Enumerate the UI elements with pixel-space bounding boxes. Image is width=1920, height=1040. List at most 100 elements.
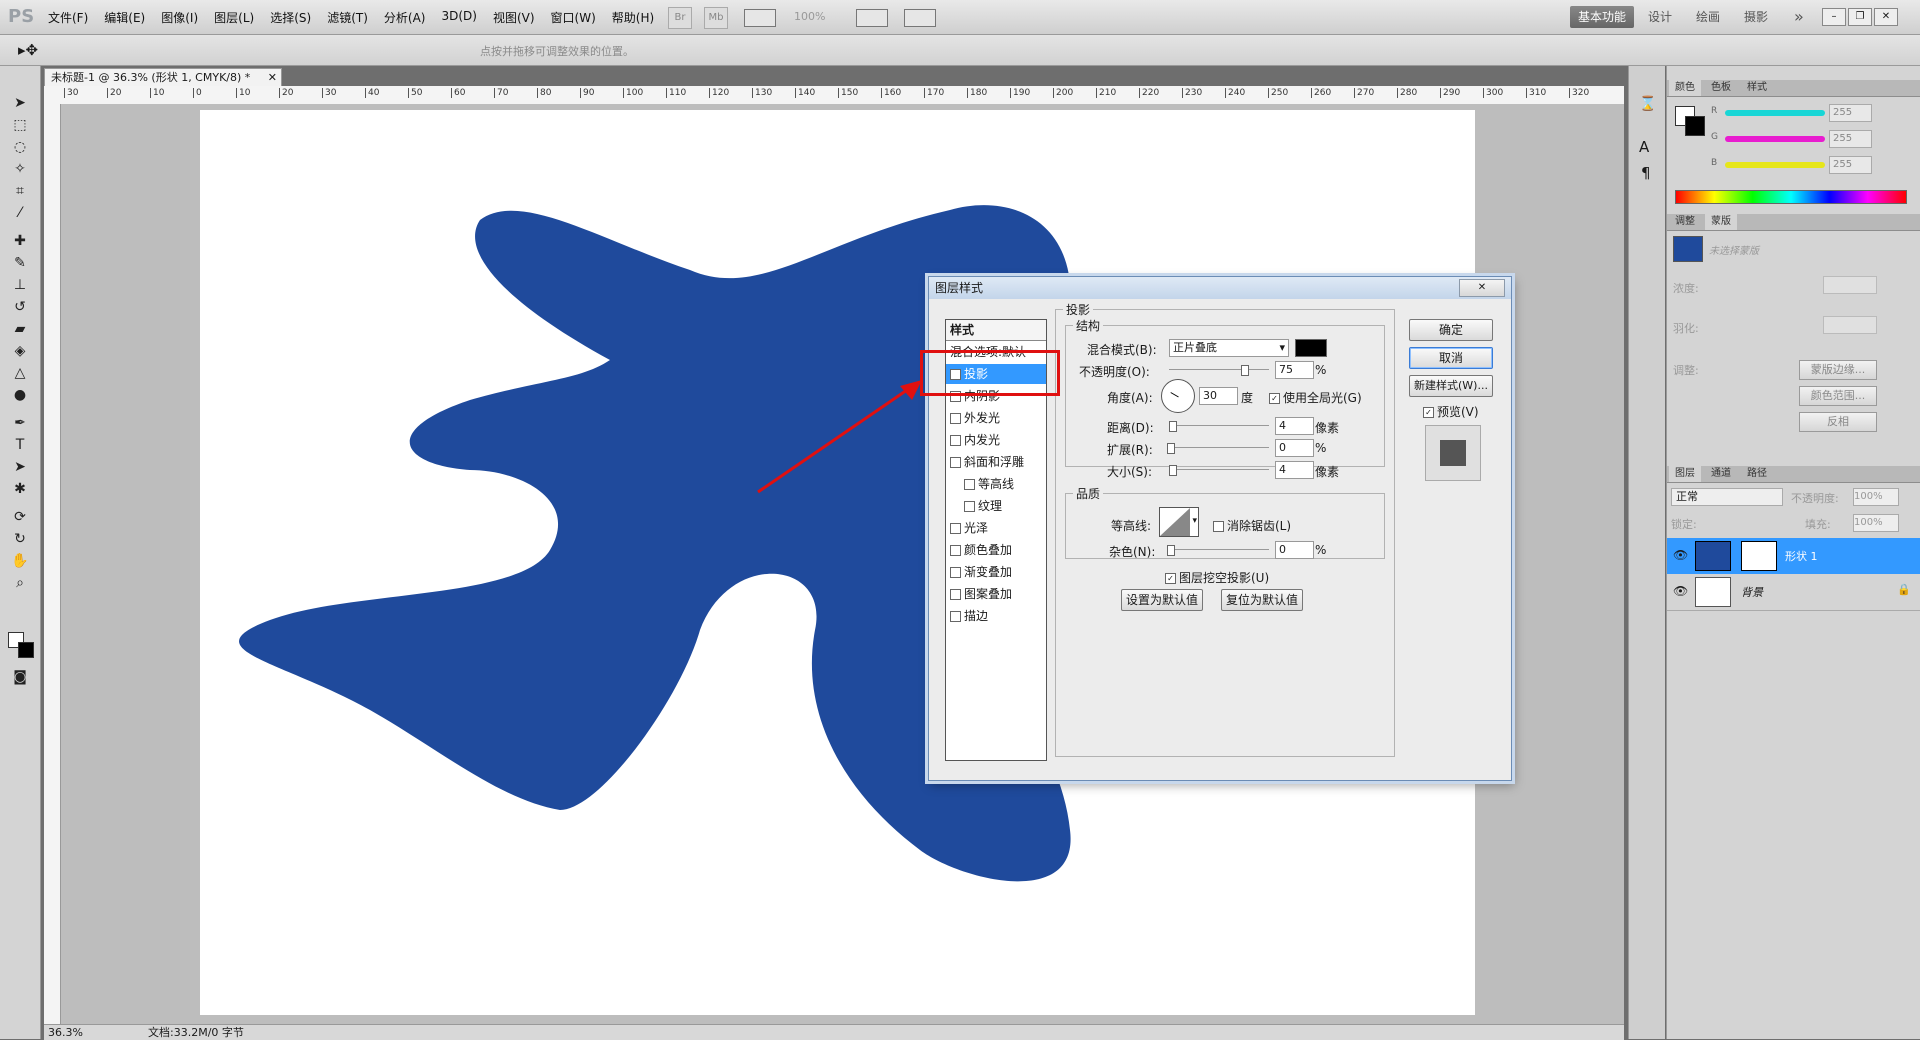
antialias-check[interactable] — [1213, 521, 1224, 532]
style-checkbox[interactable] — [950, 457, 961, 468]
global-light-check[interactable]: ✓ — [1269, 393, 1280, 404]
minimize-icon[interactable]: – — [1822, 8, 1846, 26]
tab-channels[interactable]: 通道 — [1705, 466, 1737, 482]
set-default-button[interactable]: 设置为默认值 — [1121, 589, 1203, 611]
reset-default-button[interactable]: 复位为默认值 — [1221, 589, 1303, 611]
visibility-eye-icon[interactable]: 👁 — [1673, 548, 1688, 562]
move-tool-icon[interactable]: ➤ — [10, 94, 30, 112]
workspace-more-icon[interactable]: » — [1786, 6, 1812, 28]
hand-tool-icon[interactable]: ✋ — [10, 552, 30, 570]
lasso-tool-icon[interactable]: ◌ — [10, 138, 30, 156]
style-item[interactable]: 外发光 — [946, 408, 1046, 428]
history-brush-icon[interactable]: ↺ — [10, 298, 30, 316]
close-icon[interactable]: ✕ — [1874, 8, 1898, 26]
g-slider[interactable] — [1725, 136, 1825, 142]
style-item[interactable]: 渐变叠加 — [946, 562, 1046, 582]
pen-tool-icon[interactable]: ✒ — [10, 414, 30, 432]
opacity-slider-thumb[interactable] — [1241, 365, 1249, 376]
zoom-readout[interactable]: 36.3% — [48, 1025, 83, 1040]
style-item[interactable]: 描边 — [946, 606, 1046, 626]
mask-edge-button[interactable]: 蒙版边缘... — [1799, 360, 1877, 380]
menu-help[interactable]: 帮助(H) — [604, 9, 662, 26]
path-select-icon[interactable]: ➤ — [10, 458, 30, 476]
angle-input[interactable]: 30 — [1199, 387, 1238, 405]
fill-value[interactable]: 100% — [1853, 514, 1899, 532]
layer-opacity-value[interactable]: 100% — [1853, 488, 1899, 506]
tab-adjustments[interactable]: 调整 — [1669, 214, 1701, 230]
invert-button[interactable]: 反相 — [1799, 412, 1877, 432]
3d-rotate-icon[interactable]: ⟳ — [10, 508, 30, 526]
opacity-track[interactable] — [1169, 369, 1269, 370]
menu-3d[interactable]: 3D(D) — [433, 9, 484, 26]
view-extras-icon[interactable] — [744, 9, 776, 27]
spread-slider-thumb[interactable] — [1167, 443, 1175, 454]
style-item[interactable]: 纹理 — [946, 496, 1060, 516]
spread-input[interactable]: 0 — [1275, 439, 1314, 457]
menu-window[interactable]: 窗口(W) — [543, 9, 604, 26]
style-checkbox[interactable] — [950, 545, 961, 556]
distance-slider-thumb[interactable] — [1169, 421, 1177, 432]
background-color-swatch[interactable] — [18, 642, 34, 658]
feather-field[interactable] — [1823, 316, 1877, 334]
workspace-painting[interactable]: 绘画 — [1688, 6, 1728, 28]
b-value[interactable]: 255 — [1829, 156, 1872, 174]
3d-orbit-icon[interactable]: ↻ — [10, 530, 30, 548]
tab-styles[interactable]: 样式 — [1741, 80, 1773, 96]
style-item[interactable]: 颜色叠加 — [946, 540, 1046, 560]
dialog-close-icon[interactable]: ✕ — [1459, 279, 1505, 297]
color-range-button[interactable]: 颜色范围... — [1799, 386, 1877, 406]
workspace-design[interactable]: 设计 — [1640, 6, 1680, 28]
preview-check[interactable]: ✓ — [1423, 407, 1434, 418]
knockout-checkbox[interactable]: ✓ 图层挖空投影(U) — [1161, 569, 1269, 586]
character-icon[interactable]: A — [1639, 138, 1649, 156]
ok-button[interactable]: 确定 — [1409, 319, 1493, 341]
move-tool-preset-icon[interactable]: ▸✥ — [18, 41, 38, 59]
g-value[interactable]: 255 — [1829, 130, 1872, 148]
style-item[interactable]: 图案叠加 — [946, 584, 1046, 604]
blur-tool-icon[interactable]: △ — [10, 364, 30, 382]
menu-file[interactable]: 文件(F) — [40, 9, 96, 26]
eraser-icon[interactable]: ▰ — [10, 320, 30, 338]
crop-tool-icon[interactable]: ⌗ — [10, 182, 30, 200]
color-bg-swatch[interactable] — [1685, 116, 1705, 136]
r-value[interactable]: 255 — [1829, 104, 1872, 122]
document-tab[interactable]: 未标题-1 @ 36.3% (形状 1, CMYK/8) * ✕ — [44, 68, 282, 87]
screen-mode-icon[interactable] — [904, 9, 936, 27]
noise-track[interactable] — [1169, 549, 1269, 550]
tab-color[interactable]: 颜色 — [1669, 80, 1701, 96]
menu-layer[interactable]: 图层(L) — [206, 9, 262, 26]
menu-analysis[interactable]: 分析(A) — [376, 9, 434, 26]
zoom-level-select[interactable]: 100% — [794, 10, 825, 23]
style-checkbox[interactable] — [950, 589, 961, 600]
style-checkbox[interactable] — [964, 501, 975, 512]
workspace-basic[interactable]: 基本功能 — [1570, 6, 1635, 28]
eyedropper-icon[interactable]: ⁄ — [10, 204, 30, 222]
noise-input[interactable]: 0 — [1275, 541, 1314, 559]
arrange-documents-icon[interactable] — [856, 9, 888, 27]
size-track[interactable] — [1169, 469, 1269, 470]
layer-row-background[interactable]: 👁 背景 🔒 — [1667, 574, 1920, 611]
document-close-icon[interactable]: ✕ — [268, 69, 277, 87]
style-item[interactable]: 等高线 — [946, 474, 1060, 494]
dodge-tool-icon[interactable]: ● — [10, 386, 30, 404]
antialias-checkbox[interactable]: 消除锯齿(L) — [1209, 517, 1291, 534]
color-ramp[interactable] — [1675, 190, 1907, 204]
menu-view[interactable]: 视图(V) — [485, 9, 543, 26]
distance-track[interactable] — [1169, 425, 1269, 426]
shape-tool-icon[interactable]: ✱ — [10, 480, 30, 498]
dialog-titlebar[interactable]: 图层样式 — [929, 277, 1511, 299]
style-checkbox[interactable] — [950, 523, 961, 534]
style-checkbox[interactable] — [950, 413, 961, 424]
menu-edit[interactable]: 编辑(E) — [96, 9, 153, 26]
quick-mask-icon[interactable]: ◙ — [10, 668, 30, 686]
style-checkbox[interactable] — [950, 611, 961, 622]
clone-stamp-icon[interactable]: ⊥ — [10, 276, 30, 294]
b-slider[interactable] — [1725, 162, 1825, 168]
r-slider[interactable] — [1725, 110, 1825, 116]
spread-track[interactable] — [1169, 447, 1269, 448]
menu-filter[interactable]: 滤镜(T) — [319, 9, 376, 26]
menu-select[interactable]: 选择(S) — [262, 9, 319, 26]
bridge-button[interactable]: Br — [668, 7, 692, 29]
global-light-checkbox[interactable]: ✓ 使用全局光(G) — [1265, 389, 1362, 406]
restore-icon[interactable]: ❐ — [1848, 8, 1872, 26]
